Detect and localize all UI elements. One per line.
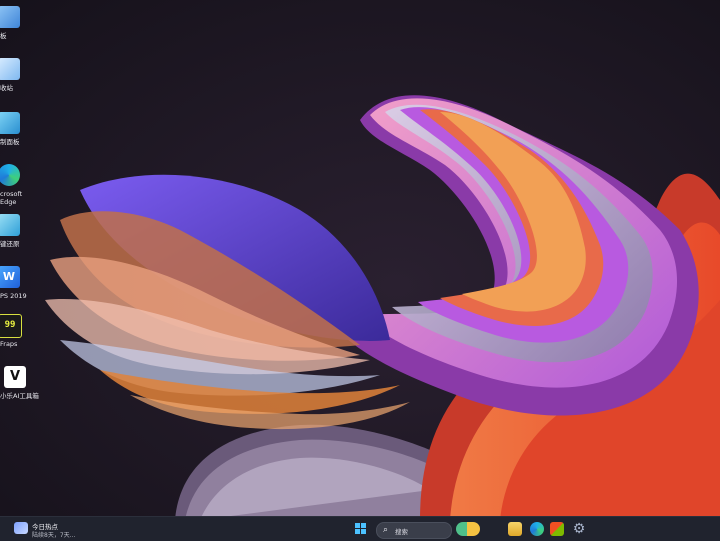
control-panel-icon <box>0 112 20 134</box>
settings-button[interactable]: ⚙ <box>572 522 586 536</box>
news-widget[interactable]: 今日热点 陆续8天，7天... <box>14 521 134 539</box>
edge-icon <box>0 164 20 186</box>
file-explorer-button[interactable] <box>508 522 522 536</box>
wps-icon: W <box>0 266 20 288</box>
recycle-bin-icon <box>0 58 20 80</box>
desktop-icon-restore[interactable]: 键还原 <box>0 214 40 266</box>
desktop-icon-fraps[interactable]: 99 Fraps <box>0 314 40 366</box>
desktop-icon-label: 板 <box>0 32 7 40</box>
news-icon <box>14 522 28 534</box>
desktop-icon-label: PS 2019 <box>0 292 27 300</box>
desktop-icon-label: 制面板 <box>0 138 20 146</box>
restore-icon <box>0 214 20 236</box>
desktop-icon-label: 小乐AI工具箱 <box>0 392 39 400</box>
desktop-icon-label: 收站 <box>0 84 13 92</box>
settings-icon: ⚙ <box>572 521 586 537</box>
ai-toolbox-icon: V <box>4 366 26 388</box>
desktop-icon-recycle-bin[interactable]: 收站 <box>0 58 40 110</box>
desktop-icon-ai-toolbox[interactable]: V 小乐AI工具箱 <box>0 366 40 418</box>
edge-button[interactable] <box>530 522 544 536</box>
widgets-button[interactable] <box>456 522 480 536</box>
desktop-icon-label: 键还原 <box>0 240 20 248</box>
store-button[interactable] <box>550 522 564 536</box>
desktop-icon-wps[interactable]: W PS 2019 <box>0 266 40 318</box>
windows-logo-icon <box>361 529 366 534</box>
start-button[interactable] <box>355 523 367 535</box>
folder-icon <box>0 6 20 28</box>
taskbar: 今日热点 陆续8天，7天... ⌕ 搜索 ⚙ <box>0 516 720 541</box>
desktop-icon-control-panel[interactable]: 制面板 <box>0 112 40 164</box>
desktop-icon-label: crosoft Edge <box>0 190 23 206</box>
windows-logo-icon <box>355 523 360 528</box>
search-label: 搜索 <box>395 528 408 536</box>
desktop-wallpaper <box>0 0 720 520</box>
fraps-icon: 99 <box>0 314 22 338</box>
desktop-icon-column: 板 收站 制面板 crosoft Edge 键还原 W PS 2019 99 F… <box>0 0 40 520</box>
windows-logo-icon <box>355 529 360 534</box>
desktop-icon-folder[interactable]: 板 <box>0 6 40 58</box>
taskbar-search[interactable]: ⌕ 搜索 <box>376 522 452 539</box>
desktop-icon-label: Fraps <box>0 340 18 348</box>
search-icon: ⌕ <box>383 525 389 535</box>
windows-logo-icon <box>361 523 366 528</box>
news-subtitle: 陆续8天，7天... <box>32 532 76 539</box>
desktop-icon-edge[interactable]: crosoft Edge <box>0 164 40 216</box>
